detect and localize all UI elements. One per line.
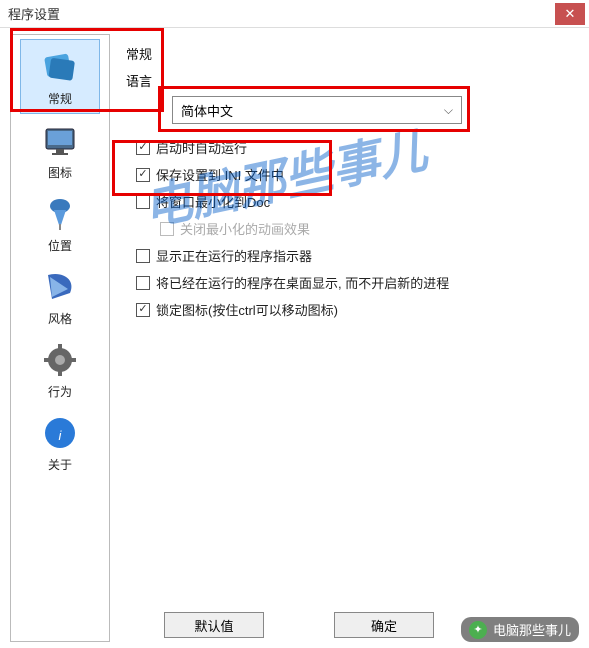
option-save-ini[interactable]: 保存设置到 INI 文件中 (136, 165, 571, 184)
ok-button[interactable]: 确定 (334, 612, 434, 638)
option-lock-icons[interactable]: 锁定图标(按住ctrl可以移动图标) (136, 300, 571, 319)
sidebar-label: 位置 (48, 237, 72, 254)
close-icon: ✕ (565, 6, 576, 22)
sidebar: 常规 图标 位置 风格 行为 i (10, 34, 110, 642)
option-label: 显示正在运行的程序指示器 (156, 246, 312, 265)
main-panel: 常规 语言 简体中文 ⌵ 启动时自动运行 保存设置到 INI 文件中 将窗口最小… (114, 28, 589, 648)
sidebar-label: 图标 (48, 164, 72, 181)
close-button[interactable]: ✕ (555, 3, 585, 25)
checkbox[interactable] (136, 249, 150, 263)
option-minimize-doc[interactable]: 将窗口最小化到Doc (136, 192, 571, 211)
option-show-running[interactable]: 将已经在运行的程序在桌面显示, 而不开启新的进程 (136, 273, 571, 292)
info-icon: i (41, 414, 79, 452)
sidebar-item-style[interactable]: 风格 (20, 260, 100, 333)
sidebar-item-position[interactable]: 位置 (20, 187, 100, 260)
sidebar-item-icons[interactable]: 图标 (20, 114, 100, 187)
checkbox (160, 222, 174, 236)
sidebar-label: 关于 (48, 456, 72, 473)
palette-icon (41, 268, 79, 306)
checkbox[interactable] (136, 141, 150, 155)
option-label: 锁定图标(按住ctrl可以移动图标) (156, 300, 338, 319)
language-select[interactable]: 简体中文 ⌵ (172, 96, 462, 124)
monitor-icon (41, 122, 79, 160)
option-label: 关闭最小化的动画效果 (180, 219, 310, 238)
default-button[interactable]: 默认值 (164, 612, 264, 638)
credit-badge: ✦ 电脑那些事儿 (461, 617, 579, 642)
gear-icon (41, 341, 79, 379)
sidebar-item-behavior[interactable]: 行为 (20, 333, 100, 406)
window-title: 程序设置 (8, 4, 555, 23)
chevron-down-icon: ⌵ (444, 103, 453, 118)
language-label: 语言 (126, 71, 571, 90)
checkbox[interactable] (136, 195, 150, 209)
sidebar-label: 常规 (48, 90, 72, 107)
option-label: 保存设置到 INI 文件中 (156, 165, 284, 184)
checkbox[interactable] (136, 168, 150, 182)
sidebar-label: 风格 (48, 310, 72, 327)
sidebar-item-general[interactable]: 常规 (20, 39, 100, 114)
option-autostart[interactable]: 启动时自动运行 (136, 138, 571, 157)
pin-icon (41, 195, 79, 233)
credit-text: 电脑那些事儿 (493, 620, 571, 639)
option-label: 将已经在运行的程序在桌面显示, 而不开启新的进程 (156, 273, 449, 292)
section-title: 常规 (126, 44, 571, 63)
sidebar-label: 行为 (48, 383, 72, 400)
wechat-icon: ✦ (469, 621, 487, 639)
option-label: 将窗口最小化到Doc (156, 192, 270, 211)
sidebar-item-about[interactable]: i 关于 (20, 406, 100, 479)
option-indicator[interactable]: 显示正在运行的程序指示器 (136, 246, 571, 265)
language-value: 简体中文 (181, 101, 233, 120)
checkbox[interactable] (136, 303, 150, 317)
option-label: 启动时自动运行 (156, 138, 247, 157)
settings-icon (41, 48, 79, 86)
option-disable-anim: 关闭最小化的动画效果 (160, 219, 571, 238)
checkbox[interactable] (136, 276, 150, 290)
